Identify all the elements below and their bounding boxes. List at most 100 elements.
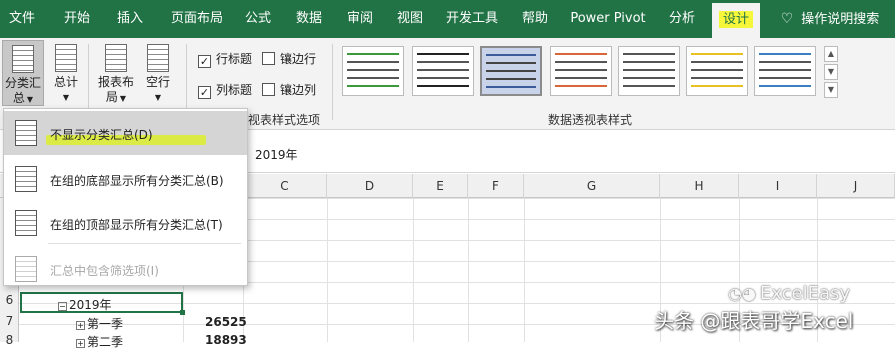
row-number-7[interactable]: 7 [0,314,19,328]
menu-item-label: 在组的底部显示所有分类汇总(B) [50,174,224,188]
menu-item-no-subtotals[interactable]: 不显示分类汇总(D) [4,111,247,155]
active-cell[interactable]: −2019年 [20,292,183,313]
menu-item-subtotals-top[interactable]: 在组的顶部显示所有分类汇总(T) [4,201,247,245]
grid-line [327,198,328,342]
pivot-year-cell[interactable]: −2019年 [58,296,112,313]
tab-design-label: 设计 [718,11,753,28]
banded-cols-label: 镶边列 [280,83,317,97]
subtotals-label-2: 总 [12,91,25,105]
column-header-d[interactable]: D [327,174,413,198]
lightbulb-icon: ♡ [780,11,794,27]
tab-review[interactable]: 审阅 [340,0,380,38]
styles-group-label: 数据透视表样式 [548,113,633,127]
banded-cols-checkbox[interactable]: 镶边列 [262,81,316,98]
menu-item-subtotals-bottom[interactable]: 在组的底部显示所有分类汇总(B) [4,157,247,201]
tab-design[interactable]: 设计 [712,3,760,38]
subtotals-button[interactable]: 分类汇 总 ▼ [2,40,44,106]
row-headers-checkbox[interactable]: ✓ 行标题 [198,50,252,68]
grand-totals-icon [55,44,77,72]
grid-line [524,198,525,342]
pivot-value-cell[interactable]: 18893 [205,333,247,347]
blank-rows-button[interactable]: 空行 ▼ [140,40,176,106]
grid-line [413,198,414,342]
subtotals-dropdown-menu: 不显示分类汇总(D) 在组的底部显示所有分类汇总(B) 在组的顶部显示所有分类汇… [3,108,248,286]
formula-bar-value: 2019年 [255,148,298,162]
filter-subtotals-icon [15,256,37,282]
row-headers-label: 行标题 [216,52,253,66]
column-header-g[interactable]: G [524,174,660,198]
menu-item-label: 不显示分类汇总(D) [50,128,153,142]
banded-rows-label: 镶边行 [280,52,317,66]
style-swatch[interactable] [618,46,680,96]
ribbon-tab-bar: 文件 开始 插入 页面布局 公式 数据 审阅 视图 开发工具 帮助 Power … [0,0,895,38]
fill-handle[interactable] [180,310,185,315]
wechat-icon: ◔◕ [728,284,756,303]
tab-file[interactable]: 文件 [0,0,44,38]
row-number-8[interactable]: 8 [0,333,19,347]
report-layout-icon [105,44,127,72]
style-swatch[interactable] [412,46,474,96]
menu-item-include-filtered[interactable]: 汇总中包含筛选项(I) [4,247,247,291]
style-swatch[interactable] [754,46,816,96]
checkbox-empty-icon [262,52,275,65]
gallery-more-icon[interactable]: ▼ [824,82,838,98]
expand-icon[interactable]: + [76,339,85,348]
tab-view[interactable]: 视图 [390,0,430,38]
checkmark-icon: ✓ [198,86,211,99]
blank-rows-label: 空行 [145,75,170,89]
column-header-h[interactable]: H [660,174,739,198]
tab-formulas[interactable]: 公式 [238,0,278,38]
banded-rows-checkbox[interactable]: 镶边行 [262,50,316,67]
chevron-down-icon: ▼ [62,93,70,102]
tab-home[interactable]: 开始 [54,0,100,38]
column-header-e[interactable]: E [413,174,468,198]
watermark-logo: ◔◕ ExcelEasy [728,283,850,304]
subtotals-label-1: 分类汇 [4,76,41,90]
grand-totals-button[interactable]: 总计 ▼ [48,40,84,106]
column-header-c[interactable]: C [243,174,327,198]
report-layout-label-2: 局 [105,90,118,104]
style-swatch-selected[interactable] [480,46,542,96]
collapse-icon[interactable]: − [58,302,67,311]
style-swatch[interactable] [550,46,612,96]
col-headers-label: 列标题 [216,83,253,97]
report-layout-label-1: 报表布 [97,75,134,89]
grand-totals-label: 总计 [53,75,78,89]
watermark-text: 头条 @跟表哥学Excel [654,309,854,333]
tab-help[interactable]: 帮助 [514,0,556,38]
pivot-quarter-label: 第二季 [87,335,124,349]
style-swatch[interactable] [686,46,748,96]
menu-item-label: 在组的顶部显示所有分类汇总(T) [50,218,223,232]
subtotals-bottom-icon [15,166,37,192]
menu-divider [48,243,241,244]
tab-developer[interactable]: 开发工具 [442,0,502,38]
chevron-down-icon: ▼ [154,93,162,102]
blank-rows-icon [147,44,169,72]
tab-power-pivot[interactable]: Power Pivot [568,0,648,38]
tab-page-layout[interactable]: 页面布局 [162,0,232,38]
tab-insert[interactable]: 插入 [107,0,153,38]
pivot-value-cell[interactable]: 26525 [205,315,247,329]
gallery-scroll-up-icon[interactable]: ▲ [824,46,838,62]
row-number-6[interactable]: 6 [0,293,19,307]
column-header-i[interactable]: I [739,174,817,198]
grid-line [468,198,469,342]
tell-me-search[interactable]: ♡ 操作说明搜索 [770,0,890,38]
report-layout-button[interactable]: 报表布 局 ▼ [94,40,138,106]
chevron-down-icon: ▼ [26,95,34,104]
chevron-down-icon: ▼ [119,94,127,103]
tab-data[interactable]: 数据 [289,0,329,38]
pivot-year-label: 2019年 [69,298,112,312]
pivot-quarter-cell[interactable]: + 第一季 [76,315,123,332]
column-header-f[interactable]: F [468,174,524,198]
style-swatch[interactable] [342,46,404,96]
tab-analyze[interactable]: 分析 [662,0,702,38]
watermark-line1: ExcelEasy [759,283,851,304]
checkbox-empty-icon [262,83,275,96]
expand-icon[interactable]: + [76,321,85,330]
column-header-j[interactable]: J [817,174,895,198]
pivot-quarter-label: 第一季 [87,317,124,331]
gallery-scroll-down-icon[interactable]: ▼ [824,64,838,80]
no-subtotals-icon [15,120,37,146]
col-headers-checkbox[interactable]: ✓ 列标题 [198,81,252,99]
